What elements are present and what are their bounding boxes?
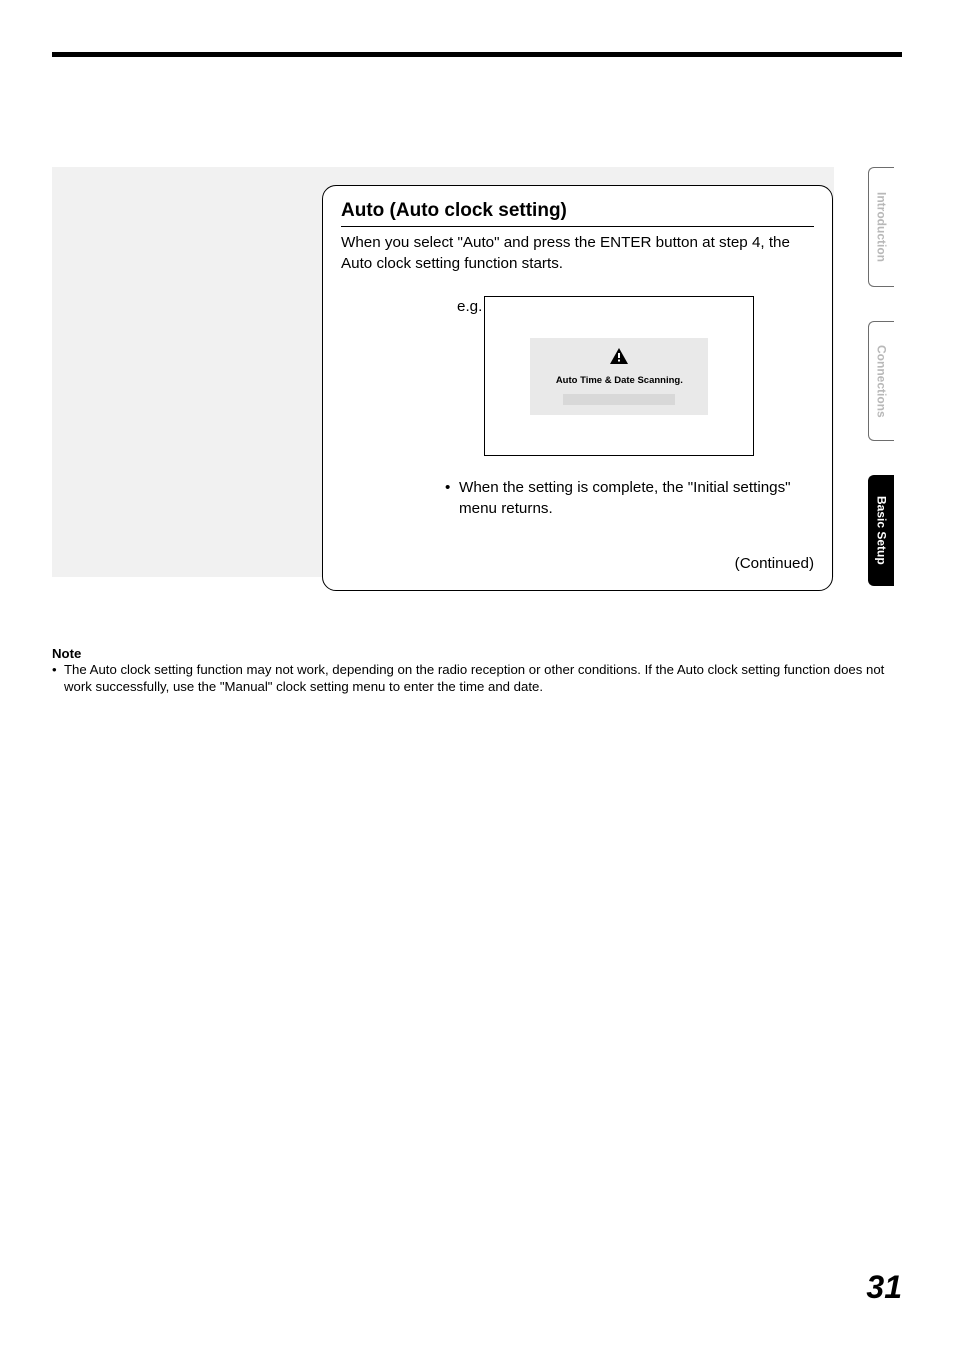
eg-label: e.g. xyxy=(457,298,482,315)
page-number: 31 xyxy=(866,1269,902,1306)
auto-clock-box: Auto (Auto clock setting) When you selec… xyxy=(322,185,833,591)
note-body: The Auto clock setting function may not … xyxy=(64,662,902,695)
tab-introduction[interactable]: Introduction xyxy=(868,167,894,287)
side-tabs: Introduction Connections Basic Setup xyxy=(868,167,894,620)
osd-dialog: Auto Time & Date Scanning. xyxy=(530,338,708,415)
osd-text: Auto Time & Date Scanning. xyxy=(530,375,708,386)
shaded-background: Auto (Auto clock setting) When you selec… xyxy=(52,167,834,577)
progress-bar xyxy=(563,394,675,405)
note-title: Note xyxy=(52,646,902,663)
note-bullet: • xyxy=(52,662,64,695)
bullet-text: When the setting is complete, the "Initi… xyxy=(459,478,814,519)
content-area: Auto (Auto clock setting) When you selec… xyxy=(52,167,902,620)
tab-basic-setup[interactable]: Basic Setup xyxy=(868,475,894,586)
box-title: Auto (Auto clock setting) xyxy=(341,200,814,227)
tab-connections[interactable]: Connections xyxy=(868,321,894,441)
osd-screen: Auto Time & Date Scanning. xyxy=(484,296,754,456)
top-rule xyxy=(52,52,902,57)
bullet-item: • When the setting is complete, the "Ini… xyxy=(341,478,814,519)
bullet-mark: • xyxy=(445,478,459,519)
manual-page: Auto (Auto clock setting) When you selec… xyxy=(0,0,954,1350)
example-row: e.g. Auto Time & Date Scanning. xyxy=(341,296,814,456)
warning-icon xyxy=(610,348,628,369)
continued-label: (Continued) xyxy=(341,555,814,572)
box-intro: When you select "Auto" and press the ENT… xyxy=(341,233,814,274)
note-block: Note • The Auto clock setting function m… xyxy=(52,646,902,696)
